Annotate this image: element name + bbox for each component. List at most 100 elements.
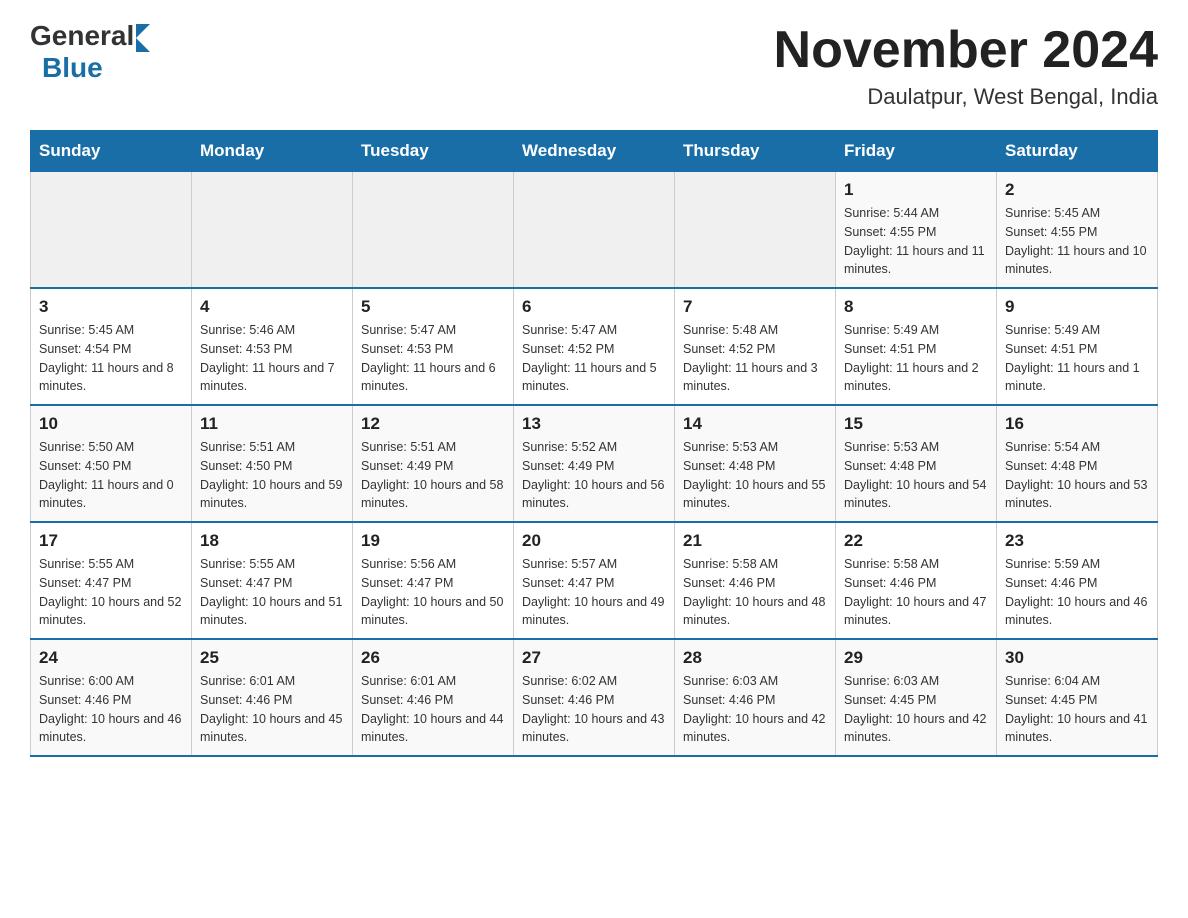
table-row: 25 Sunrise: 6:01 AMSunset: 4:46 PMDayligh… (192, 639, 353, 756)
day-info: Sunrise: 5:49 AMSunset: 4:51 PMDaylight:… (1005, 321, 1149, 396)
table-row: 17 Sunrise: 5:55 AMSunset: 4:47 PMDayligh… (31, 522, 192, 639)
day-number: 23 (1005, 531, 1149, 551)
table-row: 13 Sunrise: 5:52 AMSunset: 4:49 PMDayligh… (514, 405, 675, 522)
table-row: 24 Sunrise: 6:00 AMSunset: 4:46 PMDayligh… (31, 639, 192, 756)
day-info: Sunrise: 5:55 AMSunset: 4:47 PMDaylight:… (200, 555, 344, 630)
logo-triangle-bottom (136, 38, 150, 52)
header-thursday: Thursday (675, 131, 836, 172)
table-row: 19Sunrise: 5:56 AMSunset: 4:47 PMDayligh… (353, 522, 514, 639)
calendar-week-row: 10 Sunrise: 5:50 AMSunset: 4:50 PMDayligh… (31, 405, 1158, 522)
day-number: 26 (361, 648, 505, 668)
table-row: 30 Sunrise: 6:04 AMSunset: 4:45 PMDayligh… (997, 639, 1158, 756)
day-info: Sunrise: 5:50 AMSunset: 4:50 PMDaylight:… (39, 438, 183, 513)
day-info: Sunrise: 6:00 AMSunset: 4:46 PMDaylight:… (39, 672, 183, 747)
day-info: Sunrise: 5:49 AMSunset: 4:51 PMDaylight:… (844, 321, 988, 396)
day-number: 2 (1005, 180, 1149, 200)
table-row (675, 172, 836, 289)
table-row: 23 Sunrise: 5:59 AMSunset: 4:46 PMDayligh… (997, 522, 1158, 639)
day-info: Sunrise: 6:01 AMSunset: 4:46 PMDaylight:… (361, 672, 505, 747)
day-info: Sunrise: 5:47 AMSunset: 4:53 PMDaylight:… (361, 321, 505, 396)
header-sunday: Sunday (31, 131, 192, 172)
day-number: 11 (200, 414, 344, 434)
day-number: 12 (361, 414, 505, 434)
table-row: 18 Sunrise: 5:55 AMSunset: 4:47 PMDayligh… (192, 522, 353, 639)
table-row: 28 Sunrise: 6:03 AMSunset: 4:46 PMDayligh… (675, 639, 836, 756)
table-row: 16 Sunrise: 5:54 AMSunset: 4:48 PMDayligh… (997, 405, 1158, 522)
table-row: 7 Sunrise: 5:48 AMSunset: 4:52 PMDaylight… (675, 288, 836, 405)
day-info: Sunrise: 5:47 AMSunset: 4:52 PMDaylight:… (522, 321, 666, 396)
calendar-week-row: 17 Sunrise: 5:55 AMSunset: 4:47 PMDayligh… (31, 522, 1158, 639)
day-number: 8 (844, 297, 988, 317)
day-number: 5 (361, 297, 505, 317)
table-row: 1 Sunrise: 5:44 AMSunset: 4:55 PMDaylight… (836, 172, 997, 289)
table-row: 14Sunrise: 5:53 AMSunset: 4:48 PMDayligh… (675, 405, 836, 522)
day-info: Sunrise: 5:53 AMSunset: 4:48 PMDaylight:… (844, 438, 988, 513)
table-row: 12Sunrise: 5:51 AMSunset: 4:49 PMDayligh… (353, 405, 514, 522)
day-number: 17 (39, 531, 183, 551)
table-row: 5 Sunrise: 5:47 AMSunset: 4:53 PMDaylight… (353, 288, 514, 405)
day-info: Sunrise: 6:01 AMSunset: 4:46 PMDaylight:… (200, 672, 344, 747)
day-number: 10 (39, 414, 183, 434)
day-info: Sunrise: 6:04 AMSunset: 4:45 PMDaylight:… (1005, 672, 1149, 747)
day-info: Sunrise: 5:48 AMSunset: 4:52 PMDaylight:… (683, 321, 827, 396)
day-number: 25 (200, 648, 344, 668)
table-row (192, 172, 353, 289)
day-info: Sunrise: 5:56 AMSunset: 4:47 PMDaylight:… (361, 555, 505, 630)
day-number: 1 (844, 180, 988, 200)
table-row: 3 Sunrise: 5:45 AMSunset: 4:54 PMDaylight… (31, 288, 192, 405)
day-info: Sunrise: 5:45 AMSunset: 4:54 PMDaylight:… (39, 321, 183, 396)
day-info: Sunrise: 5:44 AMSunset: 4:55 PMDaylight:… (844, 204, 988, 279)
calendar-header-row: Sunday Monday Tuesday Wednesday Thursday… (31, 131, 1158, 172)
day-number: 15 (844, 414, 988, 434)
table-row: 15 Sunrise: 5:53 AMSunset: 4:48 PMDayligh… (836, 405, 997, 522)
table-row: 26 Sunrise: 6:01 AMSunset: 4:46 PMDayligh… (353, 639, 514, 756)
calendar-subtitle: Daulatpur, West Bengal, India (774, 84, 1158, 110)
day-number: 24 (39, 648, 183, 668)
header-wednesday: Wednesday (514, 131, 675, 172)
day-info: Sunrise: 5:52 AMSunset: 4:49 PMDaylight:… (522, 438, 666, 513)
day-info: Sunrise: 5:54 AMSunset: 4:48 PMDaylight:… (1005, 438, 1149, 513)
logo: General Blue (30, 20, 150, 84)
table-row: 22 Sunrise: 5:58 AMSunset: 4:46 PMDayligh… (836, 522, 997, 639)
header: General Blue November 2024 Daulatpur, We… (30, 20, 1158, 110)
day-number: 21 (683, 531, 827, 551)
day-info: Sunrise: 5:59 AMSunset: 4:46 PMDaylight:… (1005, 555, 1149, 630)
day-number: 13 (522, 414, 666, 434)
title-area: November 2024 Daulatpur, West Bengal, In… (774, 20, 1158, 110)
day-number: 30 (1005, 648, 1149, 668)
day-number: 20 (522, 531, 666, 551)
day-number: 28 (683, 648, 827, 668)
day-info: Sunrise: 5:55 AMSunset: 4:47 PMDaylight:… (39, 555, 183, 630)
day-number: 29 (844, 648, 988, 668)
day-number: 3 (39, 297, 183, 317)
table-row: 9Sunrise: 5:49 AMSunset: 4:51 PMDaylight… (997, 288, 1158, 405)
calendar-title: November 2024 (774, 20, 1158, 80)
header-friday: Friday (836, 131, 997, 172)
logo-triangle-top (136, 24, 150, 38)
header-monday: Monday (192, 131, 353, 172)
table-row: 6 Sunrise: 5:47 AMSunset: 4:52 PMDaylight… (514, 288, 675, 405)
table-row: 29Sunrise: 6:03 AMSunset: 4:45 PMDayligh… (836, 639, 997, 756)
day-number: 16 (1005, 414, 1149, 434)
day-number: 18 (200, 531, 344, 551)
table-row: 27Sunrise: 6:02 AMSunset: 4:46 PMDayligh… (514, 639, 675, 756)
day-number: 6 (522, 297, 666, 317)
day-info: Sunrise: 5:45 AMSunset: 4:55 PMDaylight:… (1005, 204, 1149, 279)
day-info: Sunrise: 5:58 AMSunset: 4:46 PMDaylight:… (683, 555, 827, 630)
table-row: 4Sunrise: 5:46 AMSunset: 4:53 PMDaylight… (192, 288, 353, 405)
day-info: Sunrise: 5:58 AMSunset: 4:46 PMDaylight:… (844, 555, 988, 630)
day-info: Sunrise: 5:57 AMSunset: 4:47 PMDaylight:… (522, 555, 666, 630)
day-number: 7 (683, 297, 827, 317)
day-info: Sunrise: 6:03 AMSunset: 4:46 PMDaylight:… (683, 672, 827, 747)
calendar-week-row: 3 Sunrise: 5:45 AMSunset: 4:54 PMDaylight… (31, 288, 1158, 405)
day-number: 27 (522, 648, 666, 668)
table-row: 11Sunrise: 5:51 AMSunset: 4:50 PMDayligh… (192, 405, 353, 522)
day-number: 4 (200, 297, 344, 317)
table-row: 21 Sunrise: 5:58 AMSunset: 4:46 PMDayligh… (675, 522, 836, 639)
day-number: 22 (844, 531, 988, 551)
table-row: 2 Sunrise: 5:45 AMSunset: 4:55 PMDaylight… (997, 172, 1158, 289)
table-row (514, 172, 675, 289)
table-row: 10 Sunrise: 5:50 AMSunset: 4:50 PMDayligh… (31, 405, 192, 522)
table-row: 20 Sunrise: 5:57 AMSunset: 4:47 PMDayligh… (514, 522, 675, 639)
table-row (353, 172, 514, 289)
